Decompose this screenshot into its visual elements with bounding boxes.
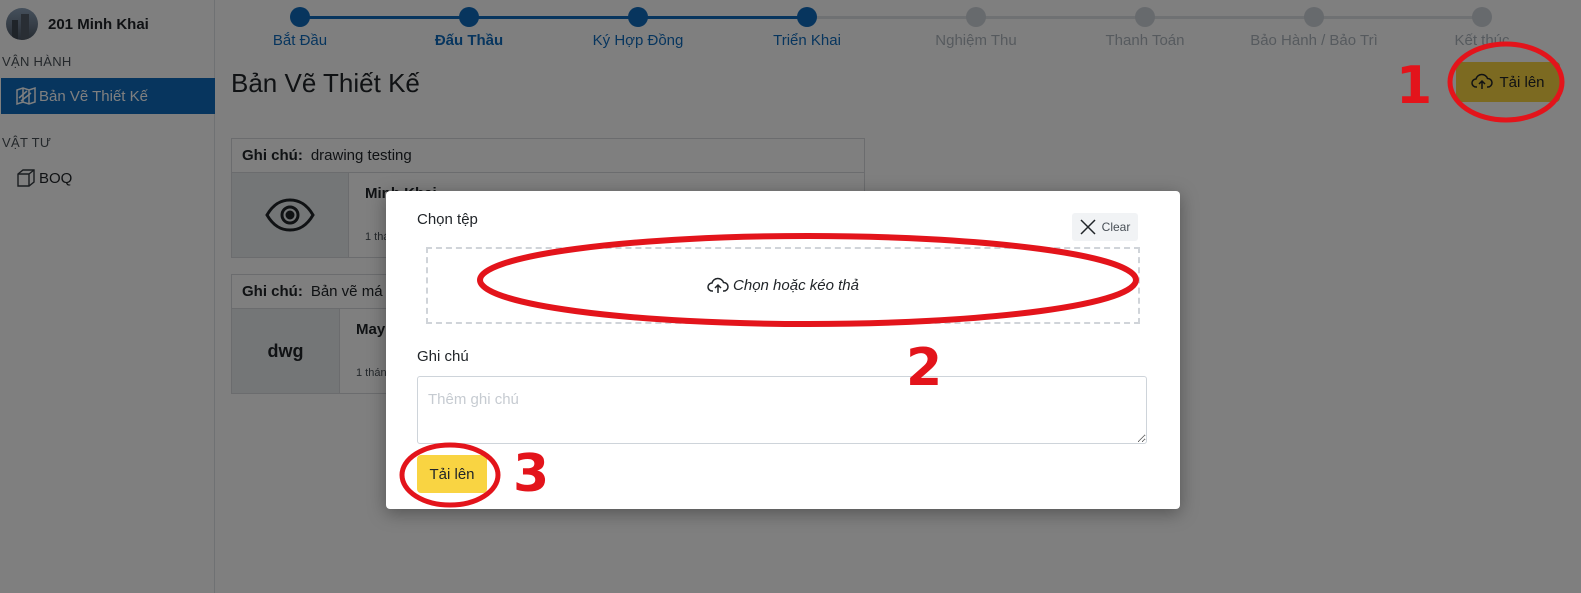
- note-textarea[interactable]: [417, 376, 1147, 444]
- cloud-upload-icon: [707, 277, 729, 293]
- upload-modal: Chọn tệp Clear Chọn hoặc kéo thả Ghi chú…: [386, 191, 1180, 509]
- annotation-number-1: 1: [1396, 56, 1433, 116]
- close-icon: [1080, 219, 1096, 235]
- annotation-number-2: 2: [906, 338, 943, 398]
- file-label: Chọn tệp: [417, 211, 478, 228]
- submit-upload-button[interactable]: Tải lên: [417, 455, 487, 493]
- clear-button[interactable]: Clear: [1072, 213, 1138, 241]
- note-field-label: Ghi chú: [417, 348, 469, 365]
- dropzone-text: Chọn hoặc kéo thả: [733, 277, 859, 294]
- file-dropzone[interactable]: Chọn hoặc kéo thả: [426, 247, 1140, 324]
- annotation-number-3: 3: [513, 444, 550, 504]
- clear-button-label: Clear: [1101, 220, 1131, 234]
